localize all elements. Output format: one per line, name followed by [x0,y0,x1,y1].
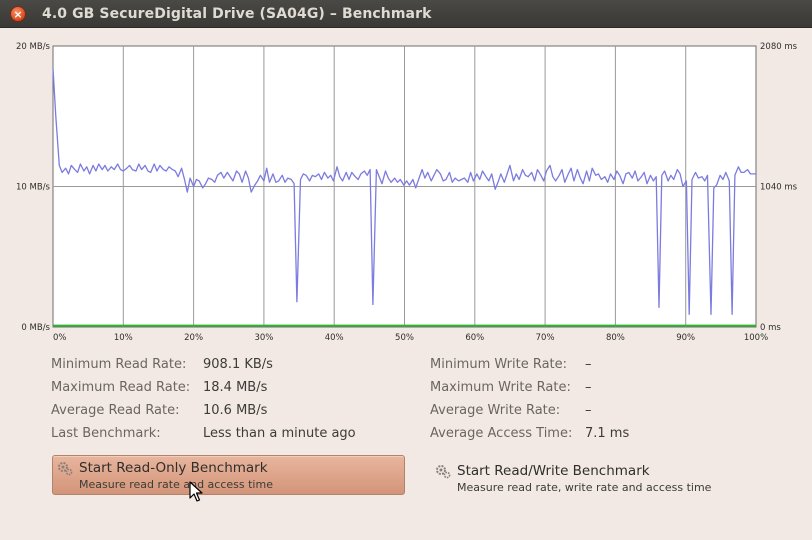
x-axis-tick-label: 50% [395,333,414,343]
stat-value: – [585,380,592,395]
window-title: 4.0 GB SecureDigital Drive (SA04G) – Ben… [42,6,432,22]
x-axis-tick-label: 80% [606,333,625,343]
stat-label: Maximum Write Rate: [430,380,571,395]
benchmark-chart: 20 MB/s 10 MB/s 0 MB/s 2080 ms 1040 ms 0 ms 0%… [16,42,798,343]
stat-label: Average Read Rate: [51,403,180,418]
x-axis-tick-label: 20% [184,333,203,343]
x-axis-tick-label: 0% [53,333,67,343]
x-axis-tick-label: 100% [744,333,768,343]
stat-value: – [585,403,592,418]
x-axis-tick-label: 10% [114,333,133,343]
stat-value: 10.6 MB/s [203,403,268,418]
x-axis-tick-label: 70% [536,333,555,343]
stat-label: Last Benchmark: [51,426,161,441]
x-axis-tick-label: 90% [676,333,695,343]
x-axis-tick-label: 60% [465,333,484,343]
right-axis-tick-label: 2080 ms [760,42,798,52]
stat-value: 18.4 MB/s [203,380,268,395]
stat-label: Average Write Rate: [430,403,561,418]
stat-value: – [585,357,592,372]
button-title: Start Read-Only Benchmark [79,460,268,476]
left-axis-tick-label: 10 MB/s [16,183,51,193]
stat-value: 7.1 ms [585,426,630,441]
button-subtitle: Measure read rate and access time [79,478,273,491]
window-titlebar[interactable]: × 4.0 GB SecureDigital Drive (SA04G) – B… [0,0,812,28]
close-icon[interactable]: × [10,6,26,22]
stat-value: Less than a minute ago [203,426,356,441]
right-axis-tick-label: 0 ms [760,323,781,333]
start-read-only-benchmark-button[interactable]: Start Read-Only Benchmark Measure read r… [52,455,405,495]
button-title: Start Read/Write Benchmark [457,463,650,479]
stat-label: Maximum Read Rate: [51,380,191,395]
stat-label: Average Access Time: [430,426,573,441]
start-read-write-benchmark-button[interactable]: Start Read/Write Benchmark Measure read … [431,459,731,507]
stat-label: Minimum Read Rate: [51,357,187,372]
stat-value: 908.1 KB/s [203,357,273,372]
right-axis-tick-label: 1040 ms [760,183,798,193]
x-axis-tick-label: 30% [254,333,273,343]
mouse-pointer-icon [189,481,203,502]
gears-icon [436,465,451,479]
gears-icon [58,462,73,476]
stat-label: Minimum Write Rate: [430,357,568,372]
button-subtitle: Measure read rate, write rate and access… [457,481,712,494]
benchmark-window-body: 20 MB/s 10 MB/s 0 MB/s 2080 ms 1040 ms 0 ms 0%… [0,29,812,540]
x-axis-tick-label: 40% [325,333,344,343]
left-axis-tick-label: 0 MB/s [21,323,50,333]
left-axis-tick-label: 20 MB/s [16,42,51,52]
